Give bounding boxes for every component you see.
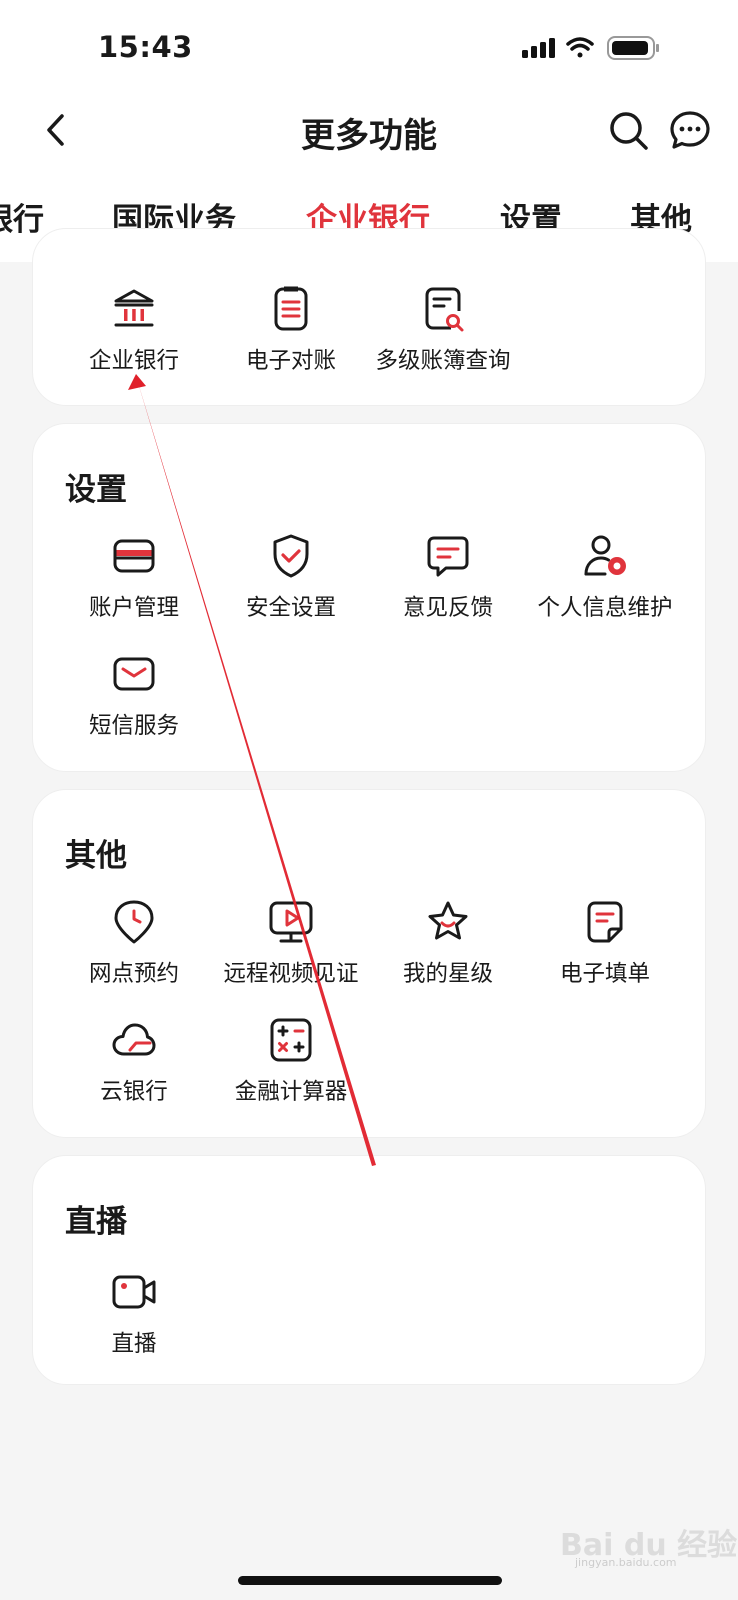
item-label: 安全设置 [245,595,336,621]
search-icon[interactable] [608,110,650,152]
my-star-level-item[interactable]: 我的星级 [368,898,528,988]
item-label: 电子对账 [245,348,336,374]
location-clock-icon [114,900,154,944]
enterprise-bank-item[interactable]: 企业银行 [54,285,214,375]
enterprise-section: 企业银行 电子对账 多级账簿查询 [32,228,706,406]
form-icon [587,901,623,943]
feedback-icon [427,536,469,577]
status-time: 15:43 [98,30,193,64]
item-label: 账户管理 [88,595,179,621]
account-management-item[interactable]: 账户管理 [54,532,214,622]
security-settings-item[interactable]: 安全设置 [211,532,371,622]
calculator-icon [270,1018,312,1062]
envelope-icon [113,657,155,691]
item-label: 网点预约 [88,961,179,987]
section-title: 其他 [65,838,127,874]
cloud-icon [112,1023,156,1056]
watermark-url: jingyan.baidu.com [575,1556,677,1569]
cellular-signal-icon [522,38,555,58]
section-title: 直播 [65,1204,127,1240]
feedback-item[interactable]: 意见反馈 [368,532,528,622]
live-stream-item[interactable]: 直播 [54,1268,214,1358]
item-label: 多级账簿查询 [375,348,511,374]
cloud-bank-item[interactable]: 云银行 [54,1016,214,1106]
remote-video-item[interactable]: 远程视频见证 [201,898,381,988]
sms-service-item[interactable]: 短信服务 [54,650,214,740]
section-title: 设置 [65,472,127,508]
document-list-icon [274,286,308,331]
message-icon[interactable] [668,109,712,153]
item-label: 金融计算器 [234,1079,348,1105]
item-label: 电子填单 [559,961,650,987]
item-label: 意见反馈 [402,595,493,621]
navigation-bar: 更多功能 [0,96,738,168]
e-form-item[interactable]: 电子填单 [525,898,685,988]
video-monitor-icon [269,901,313,943]
status-bar: 15:43 [0,0,738,96]
ledger-query-item[interactable]: 多级账簿查询 [358,285,528,375]
personal-info-item[interactable]: 个人信息维护 [510,532,700,622]
shield-check-icon [273,534,309,578]
item-label: 个人信息维护 [537,595,673,621]
item-label: 云银行 [100,1079,168,1105]
battery-icon [607,36,659,60]
status-icons [522,36,659,60]
item-label: 直播 [111,1331,157,1357]
wifi-icon [566,37,594,58]
user-gear-icon [584,535,626,576]
item-label: 我的星级 [402,961,493,987]
card-icon [113,539,155,573]
bank-icon [114,289,154,327]
e-reconciliation-item[interactable]: 电子对账 [211,285,371,375]
item-label: 远程视频见证 [223,961,359,987]
branch-appointment-item[interactable]: 网点预约 [54,898,214,988]
video-camera-icon [112,1275,156,1309]
settings-section: 设置 账户管理 安全设置 意见反馈 个人信息维护 短信服务 [32,423,706,772]
other-section: 其他 网点预约 远程视频见证 我的星级 电子填单 云银行 金融计算器 [32,789,706,1138]
document-search-icon [425,287,464,332]
item-label: 企业银行 [88,348,179,374]
financial-calculator-item[interactable]: 金融计算器 [206,1016,376,1106]
home-indicator[interactable] [238,1576,502,1585]
tab-bank[interactable]: 银行 [0,194,44,239]
live-section: 直播 直播 [32,1155,706,1385]
item-label: 短信服务 [88,713,179,739]
star-icon [428,901,468,940]
